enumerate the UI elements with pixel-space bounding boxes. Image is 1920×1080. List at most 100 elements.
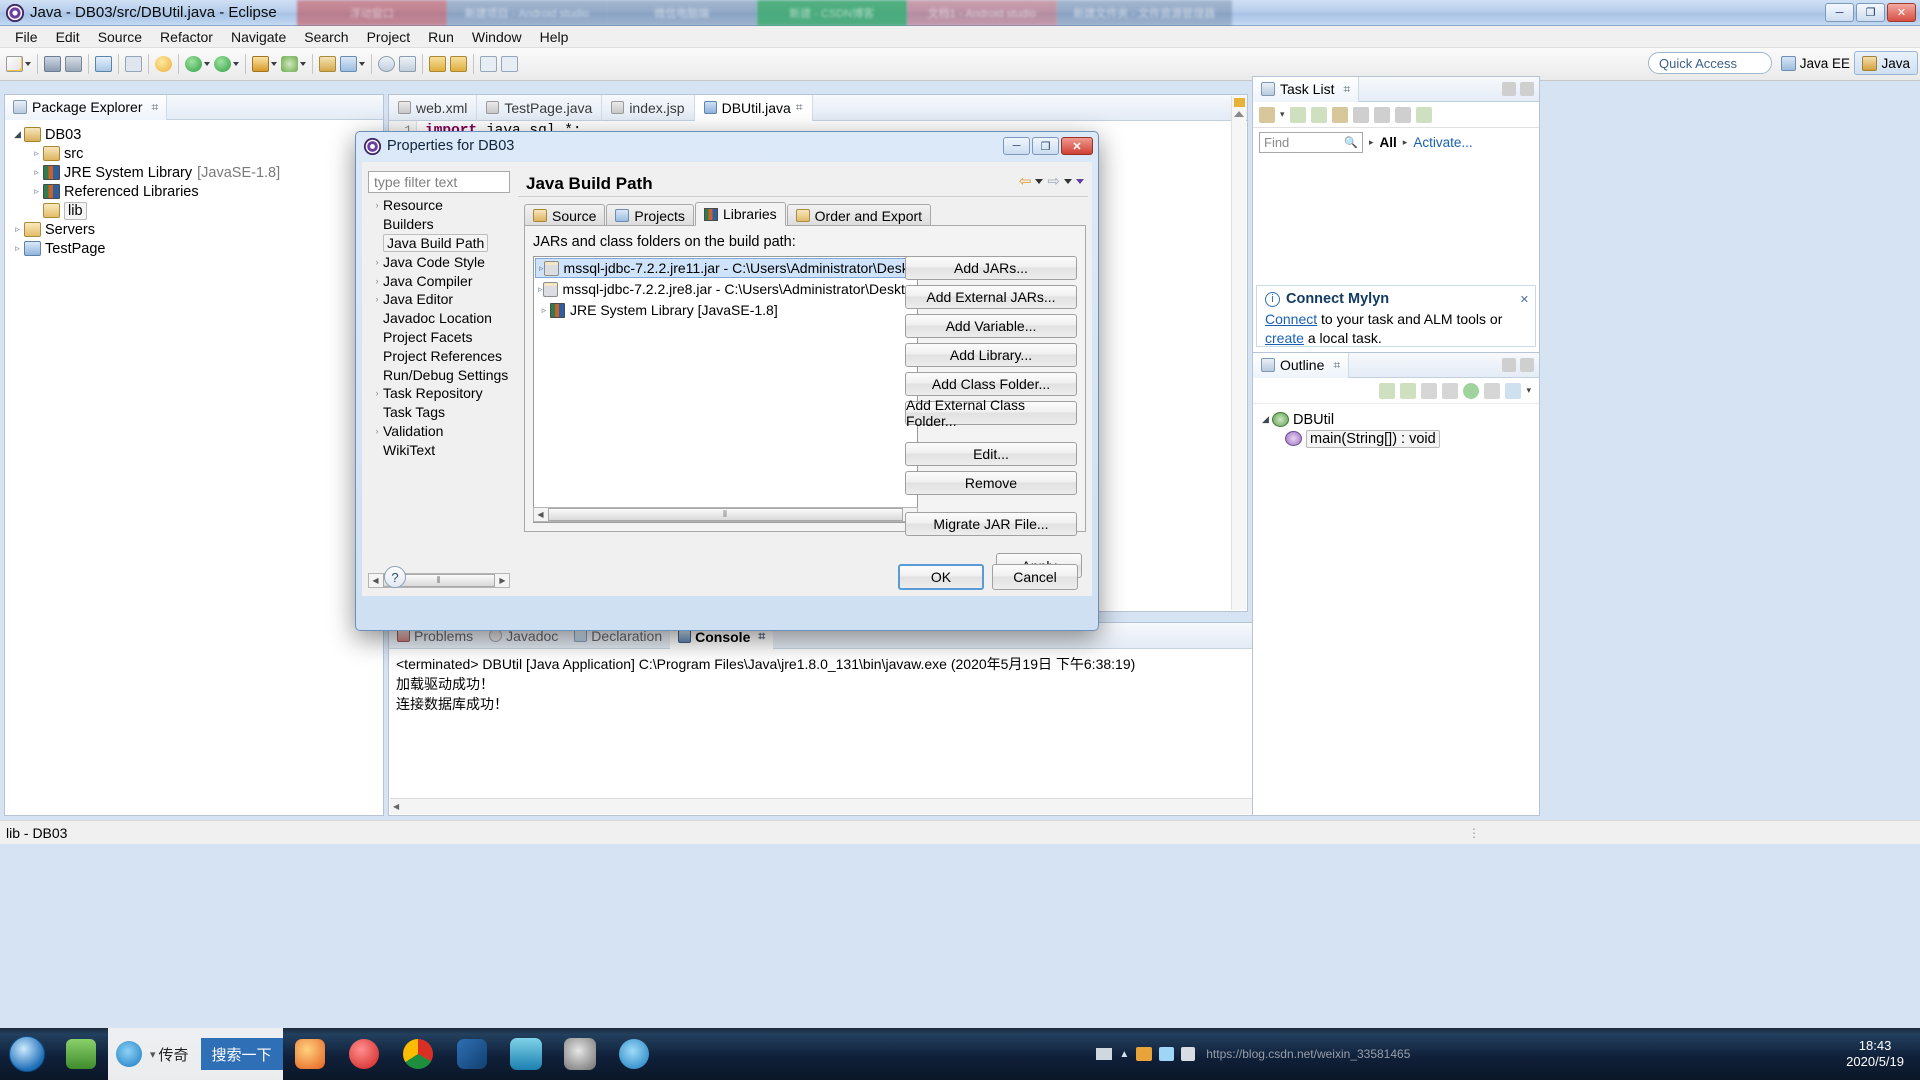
editor-tab-web-xml[interactable]: web.xml <box>389 94 478 121</box>
tree-item-testpage[interactable]: ▹ TestPage <box>5 239 383 258</box>
hide-non-public-icon[interactable] <box>1463 382 1480 399</box>
ok-button[interactable]: OK <box>898 564 984 590</box>
chevron-right-icon[interactable]: ▹ <box>539 263 544 274</box>
tab-libraries[interactable]: Libraries <box>694 202 786 226</box>
dialog-maximize-button[interactable]: ❐ <box>1032 137 1059 155</box>
editor-tab-dbutil-java[interactable]: DBUtil.java ⌗ <box>694 94 813 121</box>
scroll-up-icon[interactable] <box>1234 111 1244 117</box>
menu-refactor[interactable]: Refactor <box>151 27 222 47</box>
ie-icon[interactable] <box>116 1041 142 1067</box>
menu-navigate[interactable]: Navigate <box>222 27 295 47</box>
pref-item-validation[interactable]: › Validation <box>368 422 510 441</box>
new-class-button[interactable] <box>338 51 367 77</box>
editor-tab-testpage-java[interactable]: TestPage.java <box>477 94 603 121</box>
menu-search[interactable]: Search <box>295 27 357 47</box>
taskbar-clock[interactable]: 18:43 2020/5/19 <box>1846 1038 1920 1071</box>
chevron-right-icon[interactable]: › <box>371 388 383 398</box>
tab-task-list[interactable]: Task List ⌗ <box>1253 76 1360 102</box>
pref-item-wikitext[interactable]: WikiText <box>368 440 510 459</box>
back-icon[interactable]: ⇦ <box>1019 172 1032 190</box>
forward-icon[interactable]: ⇨ <box>1047 172 1060 190</box>
save-all-button[interactable] <box>63 51 84 77</box>
back-menu-icon[interactable] <box>1035 178 1044 184</box>
chevron-right-icon[interactable]: › <box>371 257 383 267</box>
back-navigation-button[interactable] <box>478 51 499 77</box>
menu-edit[interactable]: Edit <box>47 27 89 47</box>
search-toolbar-button[interactable] <box>376 51 397 77</box>
view-menu-icon[interactable]: ▾ <box>1526 385 1531 396</box>
page-menu-icon[interactable] <box>1076 178 1084 184</box>
chevron-right-icon[interactable]: ▹ <box>11 224 24 235</box>
scrollbar-thumb[interactable]: ⦀ <box>548 508 903 521</box>
chevron-right-icon[interactable]: ▸ <box>1369 137 1374 148</box>
scroll-left-icon[interactable]: ◀ <box>534 508 547 521</box>
view-menu-icon[interactable] <box>1415 106 1432 123</box>
forward-menu-icon[interactable] <box>1064 178 1072 184</box>
jar-list-item[interactable]: ▹ mssql-jdbc-7.2.2.jre11.jar - C:\Users\… <box>535 258 916 278</box>
tab-order-and-export[interactable]: Order and Export <box>786 204 932 226</box>
tab-outline[interactable]: Outline ⌗ <box>1253 352 1350 378</box>
taskbar-app-netease[interactable] <box>337 1031 391 1077</box>
menu-window[interactable]: Window <box>463 27 531 47</box>
mylyn-connect-link[interactable]: Connect <box>1265 311 1317 327</box>
volume-icon[interactable] <box>1181 1047 1196 1061</box>
new-package-button[interactable] <box>317 51 338 77</box>
activate-label[interactable]: Activate... <box>1413 135 1472 150</box>
menu-source[interactable]: Source <box>89 27 151 47</box>
pref-item-java-build-path[interactable]: Java Build Path <box>368 233 510 253</box>
focus-icon[interactable] <box>1331 106 1348 123</box>
jar-list[interactable]: ▹ mssql-jdbc-7.2.2.jre11.jar - C:\Users\… <box>533 256 918 523</box>
jar-list-horizontal-scrollbar[interactable]: ◀ ⦀ ▶ <box>533 507 918 522</box>
new-wizard-button[interactable] <box>4 51 33 77</box>
minimize-button[interactable]: ─ <box>1825 3 1854 22</box>
close-icon[interactable]: ⌗ <box>758 629 765 644</box>
editor-vertical-scrollbar[interactable] <box>1231 96 1246 610</box>
start-button[interactable] <box>0 1031 54 1077</box>
add-variable-button[interactable]: Add Variable... <box>905 314 1077 338</box>
maximize-button[interactable]: ❐ <box>1856 3 1885 22</box>
taskbar-search-text[interactable]: 传奇 <box>159 1044 189 1065</box>
add-class-folder-button[interactable]: Add Class Folder... <box>905 372 1077 396</box>
cancel-button[interactable]: Cancel <box>992 564 1078 590</box>
menu-file[interactable]: File <box>6 27 47 47</box>
taskbar-app-ie2[interactable] <box>607 1031 661 1077</box>
chevron-right-icon[interactable]: › <box>371 426 383 436</box>
chevron-down-icon[interactable]: ◢ <box>11 129 24 140</box>
taskbar-app-eclipse[interactable] <box>499 1031 553 1077</box>
tree-item-src[interactable]: ▹ src <box>5 144 383 163</box>
add-external-jars-button[interactable]: Add External JARs... <box>905 285 1077 309</box>
tree-item-lib[interactable]: lib <box>5 201 383 220</box>
previous-annotation-button[interactable] <box>448 51 469 77</box>
menu-project[interactable]: Project <box>358 27 420 47</box>
pref-item-task-tags[interactable]: Task Tags <box>368 403 510 422</box>
edit-button[interactable]: Edit... <box>905 442 1077 466</box>
tree-item-jre-system-library[interactable]: ▹ JRE System Library [JavaSE-1.8] <box>5 163 383 182</box>
tree-item-db03[interactable]: ◢ DB03 <box>5 125 383 144</box>
close-icon[interactable]: ✕ <box>1520 293 1529 306</box>
close-icon[interactable]: ⌗ <box>152 100 159 115</box>
menu-help[interactable]: Help <box>531 27 578 47</box>
debug-button[interactable] <box>183 51 212 77</box>
jar-list-item[interactable]: ▹ mssql-jdbc-7.2.2.jre8.jar - C:\Users\A… <box>535 279 916 299</box>
close-icon[interactable]: ⌗ <box>796 100 803 115</box>
perspective-java-ee[interactable]: Java EE <box>1773 51 1858 75</box>
save-button[interactable] <box>42 51 63 77</box>
taskbar-app-360[interactable] <box>553 1031 607 1077</box>
collapse-all-icon[interactable] <box>1373 106 1390 123</box>
close-button[interactable]: ✕ <box>1887 3 1916 22</box>
taskbar-app-chrome[interactable] <box>391 1031 445 1077</box>
search-icon[interactable]: 🔍 <box>1344 136 1358 149</box>
expand-all-icon[interactable] <box>1394 106 1411 123</box>
chevron-right-icon[interactable]: ▹ <box>30 148 43 159</box>
window-controls[interactable]: ─ ❐ ✕ <box>1825 3 1916 22</box>
chevron-right-icon[interactable]: ▹ <box>11 243 24 254</box>
categorize-icon[interactable] <box>1289 106 1306 123</box>
close-icon[interactable]: ⌗ <box>1333 358 1340 373</box>
link-with-editor-icon[interactable] <box>1505 382 1522 399</box>
add-library-button[interactable]: Add Library... <box>905 343 1077 367</box>
pref-item-task-repository[interactable]: › Task Repository <box>368 384 510 403</box>
dialog-close-button[interactable]: ✕ <box>1061 137 1093 155</box>
tab-package-explorer[interactable]: Package Explorer ⌗ <box>5 94 168 120</box>
quick-access-input[interactable]: Quick Access <box>1648 52 1772 74</box>
hide-fields-icon[interactable] <box>1421 382 1438 399</box>
